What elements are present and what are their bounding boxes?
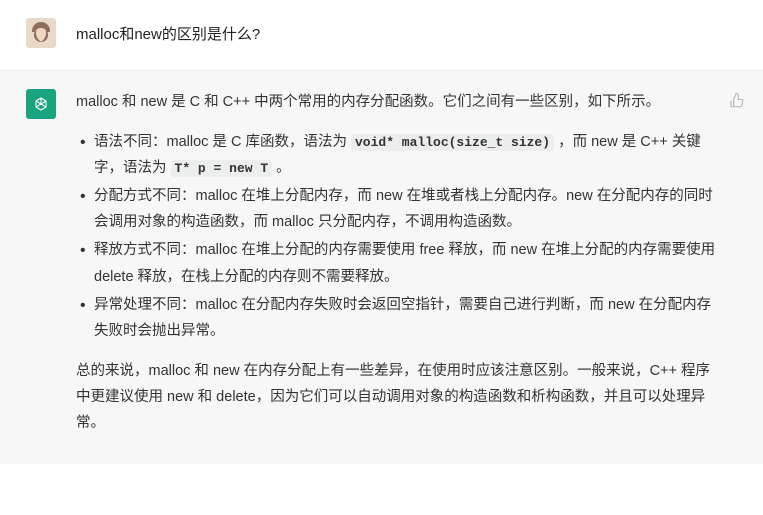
list-item: 释放方式不同：malloc 在堆上分配的内存需要使用 free 释放，而 new… [80, 237, 721, 289]
assistant-content: malloc 和 new 是 C 和 C++ 中两个常用的内存分配函数。它们之间… [76, 89, 741, 450]
thumbs-up-icon [729, 92, 745, 108]
summary-paragraph: 总的来说，malloc 和 new 在内存分配上有一些差异，在使用时应该注意区别… [76, 358, 721, 436]
list-item: 异常处理不同：malloc 在分配内存失败时会返回空指针，需要自己进行判断，而 … [80, 292, 721, 344]
points-list: 语法不同：malloc 是 C 库函数，语法为 void* malloc(siz… [76, 129, 721, 344]
assistant-message: malloc 和 new 是 C 和 C++ 中两个常用的内存分配函数。它们之间… [0, 71, 763, 464]
list-item: 分配方式不同：malloc 在堆上分配内存，而 new 在堆或者栈上分配内存。n… [80, 183, 721, 235]
intro-paragraph: malloc 和 new 是 C 和 C++ 中两个常用的内存分配函数。它们之间… [76, 89, 721, 115]
code-snippet: T* p = new T [171, 160, 273, 177]
assistant-avatar [26, 89, 56, 119]
list-item: 语法不同：malloc 是 C 库函数，语法为 void* malloc(siz… [80, 129, 721, 181]
thumbs-up-button[interactable] [729, 91, 745, 117]
user-question: malloc和new的区别是什么? [76, 18, 741, 48]
code-snippet: void* malloc(size_t size) [351, 134, 554, 151]
openai-icon [31, 94, 51, 114]
user-avatar [26, 18, 56, 48]
user-message: malloc和new的区别是什么? [0, 0, 763, 71]
